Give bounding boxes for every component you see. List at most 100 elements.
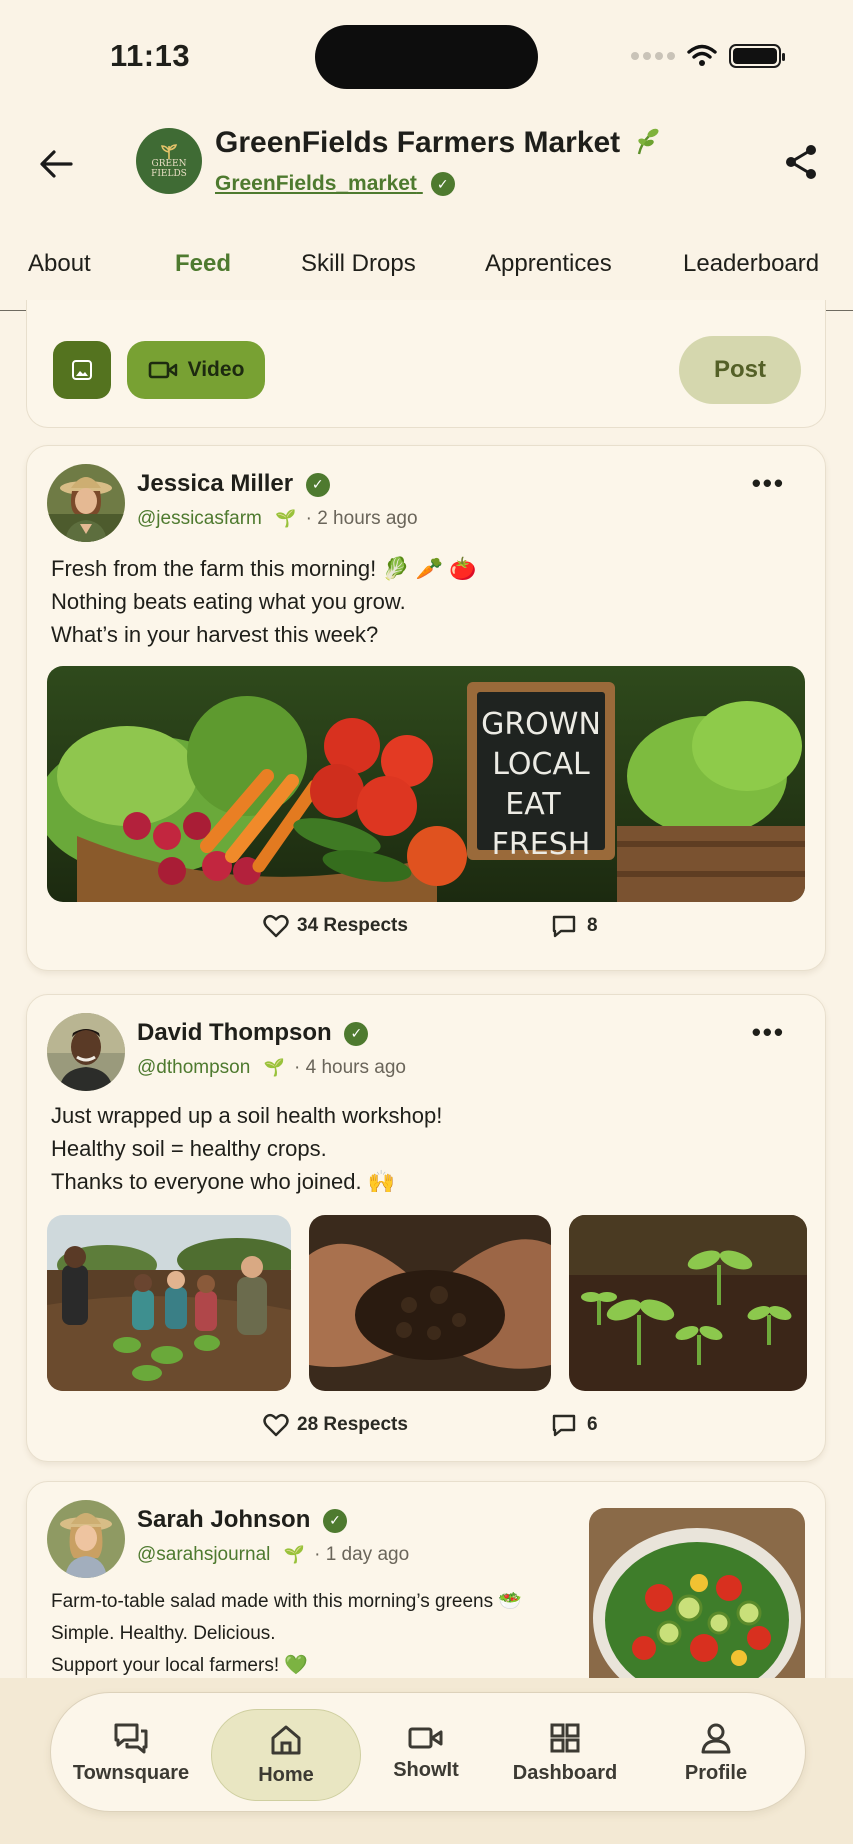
post-text-line: What’s in your harvest this week? xyxy=(51,622,379,647)
post-image-vegetables[interactable]: GROWN LOCAL EAT FRESH xyxy=(47,666,805,902)
arrow-left-icon xyxy=(40,150,73,178)
respect-count: 28 Respects xyxy=(297,1414,408,1435)
post-body: Fresh from the farm this morning! 🥬 🥕 🍅 … xyxy=(51,552,477,651)
page-title: GreenFields Farmers Market xyxy=(215,126,661,160)
nav-profile[interactable]: Profile xyxy=(651,1693,781,1813)
nav-label: Townsquare xyxy=(72,1761,190,1784)
respect-button[interactable]: 28 Respects xyxy=(263,1413,408,1437)
status-bar: 11:13 xyxy=(0,0,853,110)
sign-text: LOCAL xyxy=(492,747,590,782)
post-text-line: Thanks to everyone who joined. 🙌 xyxy=(51,1169,396,1194)
add-video-button[interactable]: Video xyxy=(127,341,265,399)
more-options-button[interactable]: ••• xyxy=(752,468,785,499)
sign-text: FRESH xyxy=(492,827,591,862)
verified-badge-icon: ✓ xyxy=(323,1508,348,1533)
market-handle[interactable]: GreenFields_market ✓ xyxy=(215,172,455,197)
video-camera-icon xyxy=(408,1727,443,1748)
post-image-workshop[interactable] xyxy=(47,1215,291,1391)
sprout-icon: 🌱 xyxy=(275,509,297,528)
post-text-line: Nothing beats eating what you grow. xyxy=(51,589,406,614)
comment-count: 6 xyxy=(587,1414,598,1435)
bottom-nav-area: Townsquare Home ShowIt Dashboard Profile xyxy=(0,1678,853,1844)
wifi-icon xyxy=(687,44,717,66)
page-header: GREEN FIELDS GreenFields Farmers Market … xyxy=(0,110,853,220)
post-meta: @sarahsjournal 🌱 · 1 day ago xyxy=(137,1544,409,1566)
sprout-icon: 🌱 xyxy=(263,1058,285,1077)
nav-label: Home xyxy=(258,1763,314,1786)
author-handle[interactable]: @jessicasfarm xyxy=(137,508,262,529)
post-actions: 34 Respects 8 xyxy=(27,914,825,954)
respect-count: 34 Respects xyxy=(297,915,408,936)
comment-count: 8 xyxy=(587,915,598,936)
video-label: Video xyxy=(187,358,245,381)
nav-label: ShowIt xyxy=(393,1758,459,1781)
status-icons xyxy=(631,44,785,68)
tab-leaderboard[interactable]: Leaderboard xyxy=(683,250,819,278)
author-name-text: David Thompson xyxy=(137,1019,332,1046)
avatar[interactable] xyxy=(47,1500,125,1578)
sprout-icon: 🌱 xyxy=(283,1545,305,1564)
tab-feed[interactable]: Feed xyxy=(175,250,231,278)
comment-button[interactable]: 6 xyxy=(551,1413,598,1437)
post-body: Farm-to-table salad made with this morni… xyxy=(51,1586,522,1682)
avatar[interactable] xyxy=(47,1013,125,1091)
share-icon xyxy=(786,145,816,179)
post-meta: @dthompson 🌱 · 4 hours ago xyxy=(137,1057,406,1079)
post-image-soil-hands[interactable] xyxy=(309,1215,551,1391)
cellular-signal-icon xyxy=(631,52,675,60)
back-button[interactable] xyxy=(34,142,78,186)
verified-badge-icon: ✓ xyxy=(344,1021,369,1046)
author-name[interactable]: Sarah Johnson ✓ xyxy=(137,1506,348,1534)
sign-text: EAT xyxy=(505,787,561,822)
person-icon xyxy=(701,1723,731,1753)
author-name-text: Sarah Johnson xyxy=(137,1506,311,1533)
share-button[interactable] xyxy=(779,140,823,184)
tab-apprentices[interactable]: Apprentices xyxy=(485,250,612,278)
comment-icon xyxy=(552,915,576,938)
verified-badge-icon: ✓ xyxy=(430,172,455,197)
post-text-line: Fresh from the farm this morning! 🥬 🥕 🍅 xyxy=(51,556,477,581)
sprout-icon xyxy=(637,128,659,155)
video-camera-icon xyxy=(148,361,177,379)
post-text-line: Healthy soil = healthy crops. xyxy=(51,1136,327,1161)
more-options-button[interactable]: ••• xyxy=(752,1017,785,1048)
post-button[interactable]: Post xyxy=(679,336,801,404)
author-name[interactable]: David Thompson ✓ xyxy=(137,1019,369,1047)
chat-bubbles-icon xyxy=(114,1723,148,1753)
post-meta: @jessicasfarm 🌱 · 2 hours ago xyxy=(137,508,418,530)
author-name-text: Jessica Miller xyxy=(137,470,294,497)
post-composer: Video Post xyxy=(26,300,826,428)
nav-label: Dashboard xyxy=(512,1761,618,1784)
author-name[interactable]: Jessica Miller ✓ xyxy=(137,470,330,498)
nav-home[interactable]: Home xyxy=(211,1709,361,1801)
nav-townsquare[interactable]: Townsquare xyxy=(63,1693,199,1813)
post-text-line: Farm-to-table salad made with this morni… xyxy=(51,1591,523,1612)
battery-icon xyxy=(729,44,785,68)
nav-label: Profile xyxy=(684,1761,748,1784)
bottom-nav: Townsquare Home ShowIt Dashboard Profile xyxy=(50,1692,806,1812)
tab-about[interactable]: About xyxy=(28,250,91,278)
nav-showit[interactable]: ShowIt xyxy=(371,1693,481,1813)
author-handle[interactable]: @dthompson xyxy=(137,1057,250,1078)
post-actions: 28 Respects 6 xyxy=(27,1413,825,1453)
post-body: Just wrapped up a soil health workshop! … xyxy=(51,1099,442,1198)
logo-text: FIELDS xyxy=(151,169,187,179)
add-image-button[interactable] xyxy=(53,341,111,399)
heart-icon xyxy=(263,1413,289,1437)
sign-text: GROWN xyxy=(481,707,601,742)
grid-icon xyxy=(550,1723,580,1752)
comment-icon xyxy=(552,1414,576,1437)
post-card: Jessica Miller ✓ @jessicasfarm 🌱 · 2 hou… xyxy=(26,445,826,971)
handle-text: GreenFields_market xyxy=(215,172,417,195)
avatar[interactable] xyxy=(47,464,125,542)
market-name: GreenFields Farmers Market xyxy=(215,126,621,159)
post-text-line: Simple. Healthy. Delicious. xyxy=(51,1623,276,1644)
comment-button[interactable]: 8 xyxy=(551,914,598,938)
market-logo: GREEN FIELDS xyxy=(136,128,202,194)
respect-button[interactable]: 34 Respects xyxy=(263,914,408,938)
post-image-seedlings[interactable] xyxy=(569,1215,807,1391)
author-handle[interactable]: @sarahsjournal xyxy=(137,1544,270,1565)
tab-skill-drops[interactable]: Skill Drops xyxy=(301,250,416,278)
nav-dashboard[interactable]: Dashboard xyxy=(495,1693,635,1813)
image-icon xyxy=(72,360,92,380)
